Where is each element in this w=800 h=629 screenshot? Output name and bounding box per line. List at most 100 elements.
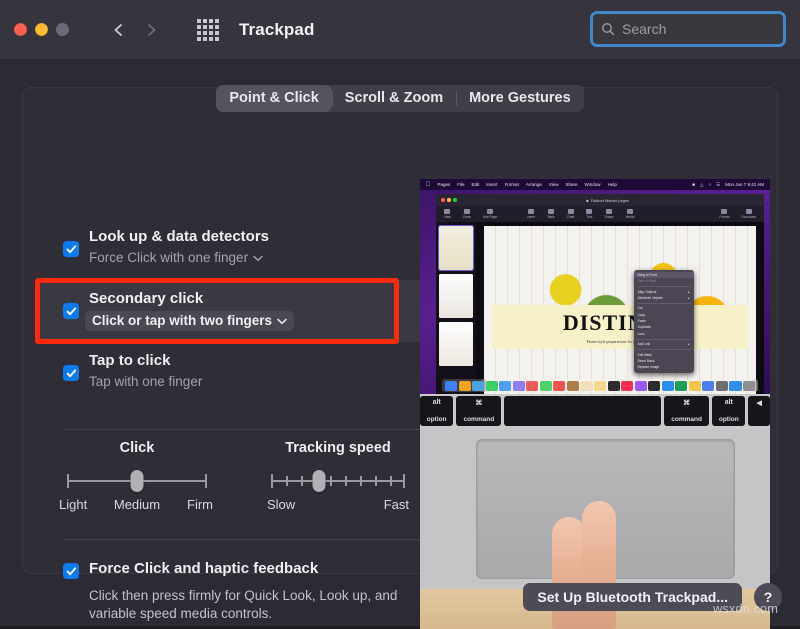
secondary-click-annotation-box <box>35 278 399 344</box>
preview-page-thumbnail <box>439 274 473 318</box>
slider-min-label: Slow <box>267 497 295 512</box>
option-dropdown-value: Force Click with one finger <box>89 250 248 265</box>
preview-menu-item: Share <box>566 182 578 187</box>
preview-document-title: ■ Distinct Market.pages <box>586 198 629 203</box>
option-look-up-data-detectors[interactable]: Look up & data detectors Force Click wit… <box>23 228 421 276</box>
close-button[interactable] <box>14 23 27 36</box>
slider-end-labels-tracking-speed: Slow Fast <box>271 497 405 513</box>
slider-tick <box>330 476 332 486</box>
slider-label-click: Click <box>67 440 207 456</box>
preview-headline: DISTINCT <box>484 310 756 336</box>
preview-menubar-status: ■ △ ○ ☰ Mon Jun 7 9:41 AM <box>692 182 764 188</box>
preview-pages-window: ■ Distinct Market.pages View Zoom Add Pa… <box>436 194 764 394</box>
preview-document-page: DISTINCT Home-style preparations for you… <box>484 226 756 394</box>
preview-menubar:  Pages File Edit Insert Format Arrange … <box>420 179 770 190</box>
preview-context-menu: Bring to Front Send to Back Align Object… <box>634 270 694 373</box>
toolbar-view-button: View <box>444 209 451 219</box>
slider-thumb-tracking-speed[interactable] <box>313 470 326 492</box>
slider-tick <box>360 476 362 486</box>
gesture-preview-video[interactable]:  Pages File Edit Insert Format Arrange … <box>420 179 770 629</box>
checkbox-tap-to-click[interactable] <box>63 365 79 381</box>
slider-max-label: Firm <box>187 497 213 512</box>
divider-2 <box>63 539 421 540</box>
context-menu-item: Send to Back <box>634 278 694 284</box>
help-button[interactable]: ? <box>754 583 782 611</box>
back-arrow-icon[interactable] <box>111 22 127 38</box>
slider-track-tracking-speed[interactable] <box>271 470 405 492</box>
window-body: Look up & data detectors Force Click wit… <box>0 59 800 626</box>
search-icon: ○ <box>708 182 711 187</box>
preview-key-command-left: ⌘command <box>456 396 501 426</box>
search-field[interactable]: Search <box>590 11 786 47</box>
preview-menu-item: Arrange <box>526 182 542 187</box>
preview-clock: Mon Jun 7 9:41 AM <box>725 182 764 187</box>
zoom-button <box>56 23 69 36</box>
context-menu-item: Distribute Objects▸ <box>634 295 694 301</box>
slider-line <box>271 480 405 482</box>
option-dropdown-look-up[interactable]: Force Click with one finger <box>89 250 263 265</box>
slider-max-label: Fast <box>384 497 409 512</box>
preview-key-command-right: ⌘command <box>664 396 709 426</box>
slider-tick <box>67 474 69 488</box>
tab-scroll-and-zoom[interactable]: Scroll & Zoom <box>332 85 456 112</box>
control-center-icon: ☰ <box>716 182 720 188</box>
option-title: Look up & data detectors <box>89 228 269 245</box>
tab-bar: Point & Click Scroll & Zoom More Gesture… <box>0 85 800 112</box>
slider-tick <box>345 476 347 486</box>
preview-key-space <box>504 396 661 426</box>
preview-tagline: Home-style preparations for your kitchen <box>484 339 756 344</box>
preview-key-option-right: altoption <box>712 396 745 426</box>
preview-page-thumbnail <box>439 226 473 270</box>
context-menu-divider <box>637 286 691 287</box>
page-title: Trackpad <box>239 20 314 40</box>
preview-menu-item: Window <box>585 182 601 187</box>
document-icon: ■ <box>586 198 588 203</box>
tab-group: Point & Click Scroll & Zoom More Gesture… <box>216 85 583 112</box>
preview-menu-item: View <box>549 182 559 187</box>
toolbar-text-button: Text <box>586 209 592 219</box>
preview-menu-item: Pages <box>438 182 451 187</box>
slider-thumb-click[interactable] <box>131 470 144 492</box>
toolbar-chart-button: Chart <box>567 209 575 219</box>
search-input[interactable]: Search <box>622 21 666 37</box>
slider-mid-label: Medium <box>114 497 160 512</box>
settings-left-column: Look up & data detectors Force Click wit… <box>23 88 421 573</box>
preview-dock <box>442 379 758 392</box>
preview-ruler <box>476 222 484 394</box>
context-menu-divider <box>637 303 691 304</box>
navigation-buttons <box>111 22 159 38</box>
slider-label-tracking-speed: Tracking speed <box>271 440 405 456</box>
apple-logo-icon:  <box>426 182 431 188</box>
slider-tick <box>301 476 303 486</box>
slider-end-labels-click: Light Medium Firm <box>67 497 207 513</box>
slider-tick <box>205 474 207 488</box>
tab-point-and-click[interactable]: Point & Click <box>216 85 331 112</box>
preview-menu-item: File <box>457 182 464 187</box>
minimize-button[interactable] <box>35 23 48 36</box>
checkbox-look-up-data-detectors[interactable] <box>63 241 79 257</box>
toolbar-document-button: Document <box>741 209 756 219</box>
slider-tick <box>286 476 288 486</box>
context-menu-item: Replace Image <box>634 364 694 370</box>
search-icon <box>601 22 615 36</box>
set-up-bluetooth-trackpad-button[interactable]: Set Up Bluetooth Trackpad... <box>523 583 742 611</box>
preview-menu-item: Edit <box>472 182 480 187</box>
app-grid-icon[interactable] <box>197 19 219 41</box>
toolbar-format-button: Format <box>719 209 729 219</box>
option-title: Tap to click <box>89 352 170 369</box>
context-menu-item: Add Link▸ <box>634 341 694 347</box>
slider-tick <box>271 474 273 488</box>
forward-arrow-icon[interactable] <box>143 22 159 38</box>
toolbar-table-button: Table <box>547 209 555 219</box>
option-tap-to-click[interactable]: Tap to click Tap with one finger <box>23 352 421 398</box>
preview-document-area: DISTINCT Home-style preparations for you… <box>436 222 764 394</box>
context-menu-item: Lock <box>634 331 694 337</box>
tab-more-gestures[interactable]: More Gestures <box>456 85 584 112</box>
slider-track-click[interactable] <box>67 470 207 492</box>
title-bar: Trackpad Search <box>0 0 800 59</box>
toolbar-add-page-button: Add Page <box>483 209 497 219</box>
preview-key-option-left: altoption <box>420 396 453 426</box>
battery-icon: ■ <box>692 182 695 187</box>
preview-traffic-lights <box>441 198 457 202</box>
preview-toolbar: View Zoom Add Page Insert Table Chart Te… <box>436 206 764 222</box>
